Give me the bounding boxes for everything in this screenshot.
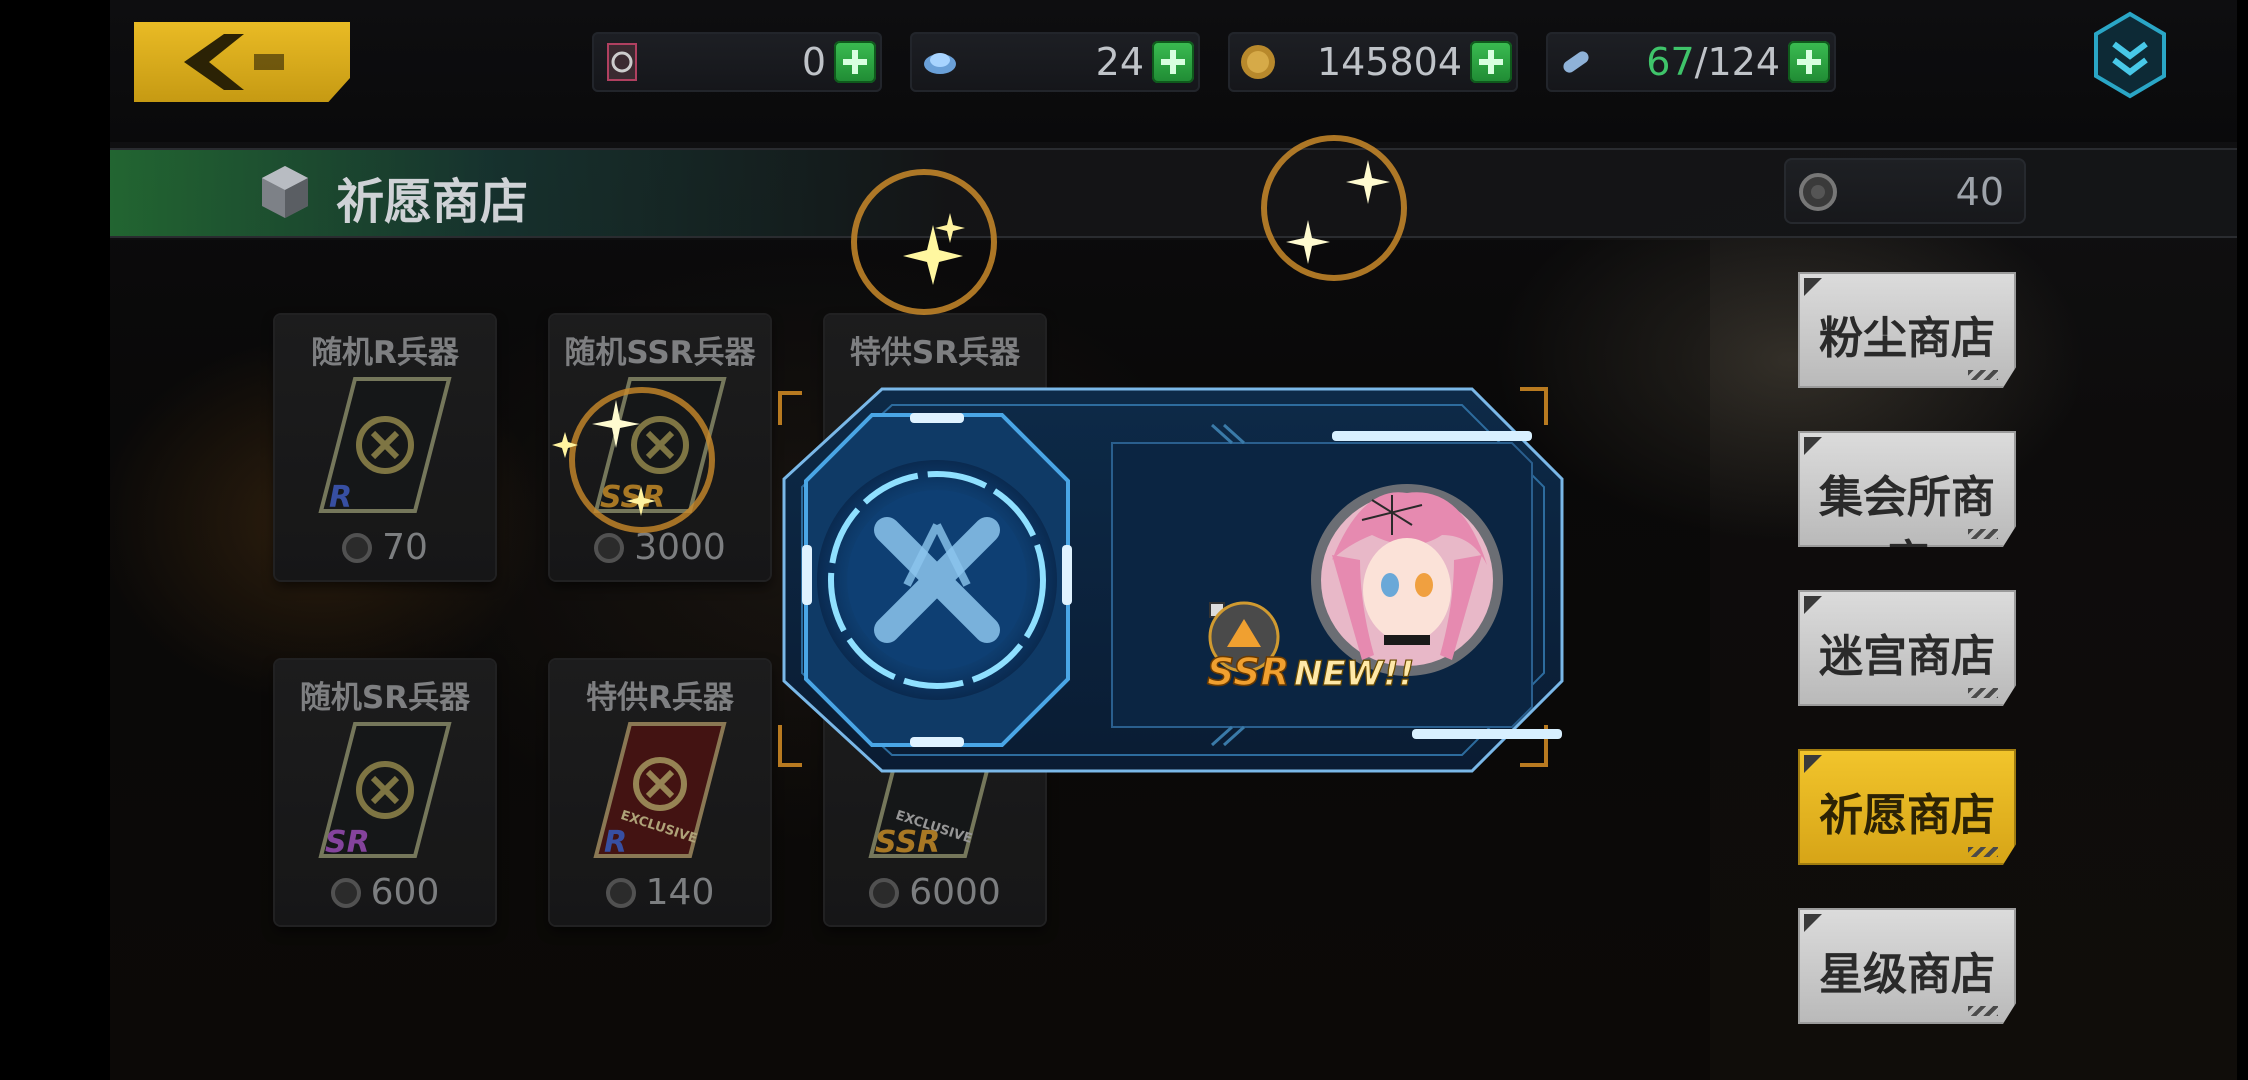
- wish-currency-count: 40: [1955, 170, 2004, 214]
- crystal-icon: [924, 53, 956, 74]
- character-avatar: [1311, 484, 1503, 676]
- wish-currency-box: 40: [1784, 158, 2026, 224]
- stripes-decoration: [1968, 688, 1998, 698]
- corner-mark: [1804, 755, 1822, 773]
- stripes-decoration: [1968, 847, 1998, 857]
- nav-label: 粉尘商店: [1819, 313, 1995, 364]
- resource-crystal: 24: [910, 32, 1200, 92]
- nav-star-shop[interactable]: 星级商店: [1798, 908, 2016, 1024]
- ticket-icon: [607, 43, 637, 81]
- stripes-decoration: [1968, 1006, 1998, 1016]
- resource-ticket: 0: [592, 32, 882, 92]
- nav-clubhouse-shop[interactable]: 集会所商店: [1798, 431, 2016, 547]
- stripes-decoration: [1968, 529, 1998, 539]
- page-title: 祈愿商店: [336, 174, 529, 230]
- nav-dust-shop[interactable]: 粉尘商店: [1798, 272, 2016, 388]
- stamina-count: 67/124: [1646, 40, 1780, 84]
- add-stamina-button[interactable]: [1788, 41, 1830, 83]
- shop-header: 祈愿商店 40: [110, 148, 2237, 238]
- nav-label: 星级商店: [1819, 949, 1995, 1000]
- corner-mark: [1804, 914, 1822, 932]
- crystal-count: 24: [1095, 40, 1144, 84]
- back-button[interactable]: [134, 22, 350, 102]
- stripes-decoration: [1968, 370, 1998, 380]
- ssr-label: SSR: [1207, 650, 1290, 694]
- top-bar: 0 24 145804 67/124: [110, 0, 2237, 142]
- corner-mark: [1804, 596, 1822, 614]
- stamina-icon: [1563, 51, 1589, 73]
- nav-label: 迷宫商店: [1819, 631, 1995, 682]
- add-ticket-button[interactable]: [834, 41, 876, 83]
- wish-coin-icon: [1799, 173, 1837, 211]
- nav-label: 祈愿商店: [1819, 790, 1995, 841]
- sparkle-effect: [552, 387, 715, 533]
- nav-label: 集会所商店: [1819, 472, 1995, 587]
- add-crystal-button[interactable]: [1152, 41, 1194, 83]
- nav-wish-shop[interactable]: 祈愿商店: [1798, 749, 2016, 865]
- corner-mark: [1804, 437, 1822, 455]
- game-screen: 0 24 145804 67/124 祈愿商店 40 随机R兵器 R 70 随机…: [110, 0, 2237, 1080]
- menu-collapse-icon[interactable]: [2090, 10, 2170, 100]
- reward-dialog[interactable]: SSR NEW!!: [772, 385, 1572, 775]
- nav-maze-shop[interactable]: 迷宫商店: [1798, 590, 2016, 706]
- corner-mark: [1804, 278, 1822, 296]
- back-arrow-icon: [184, 34, 284, 90]
- resource-stamina: 67/124: [1546, 32, 1836, 92]
- sparkle-effect: [851, 169, 997, 315]
- gold-count: 145804: [1316, 40, 1462, 84]
- cube-icon: [262, 166, 308, 218]
- sparkle-effect: [1261, 135, 1407, 281]
- resource-gold: 145804: [1228, 32, 1518, 92]
- add-gold-button[interactable]: [1470, 41, 1512, 83]
- new-label: NEW!!: [1294, 654, 1414, 694]
- ticket-count: 0: [801, 40, 826, 84]
- gold-coin-icon: [1241, 45, 1275, 79]
